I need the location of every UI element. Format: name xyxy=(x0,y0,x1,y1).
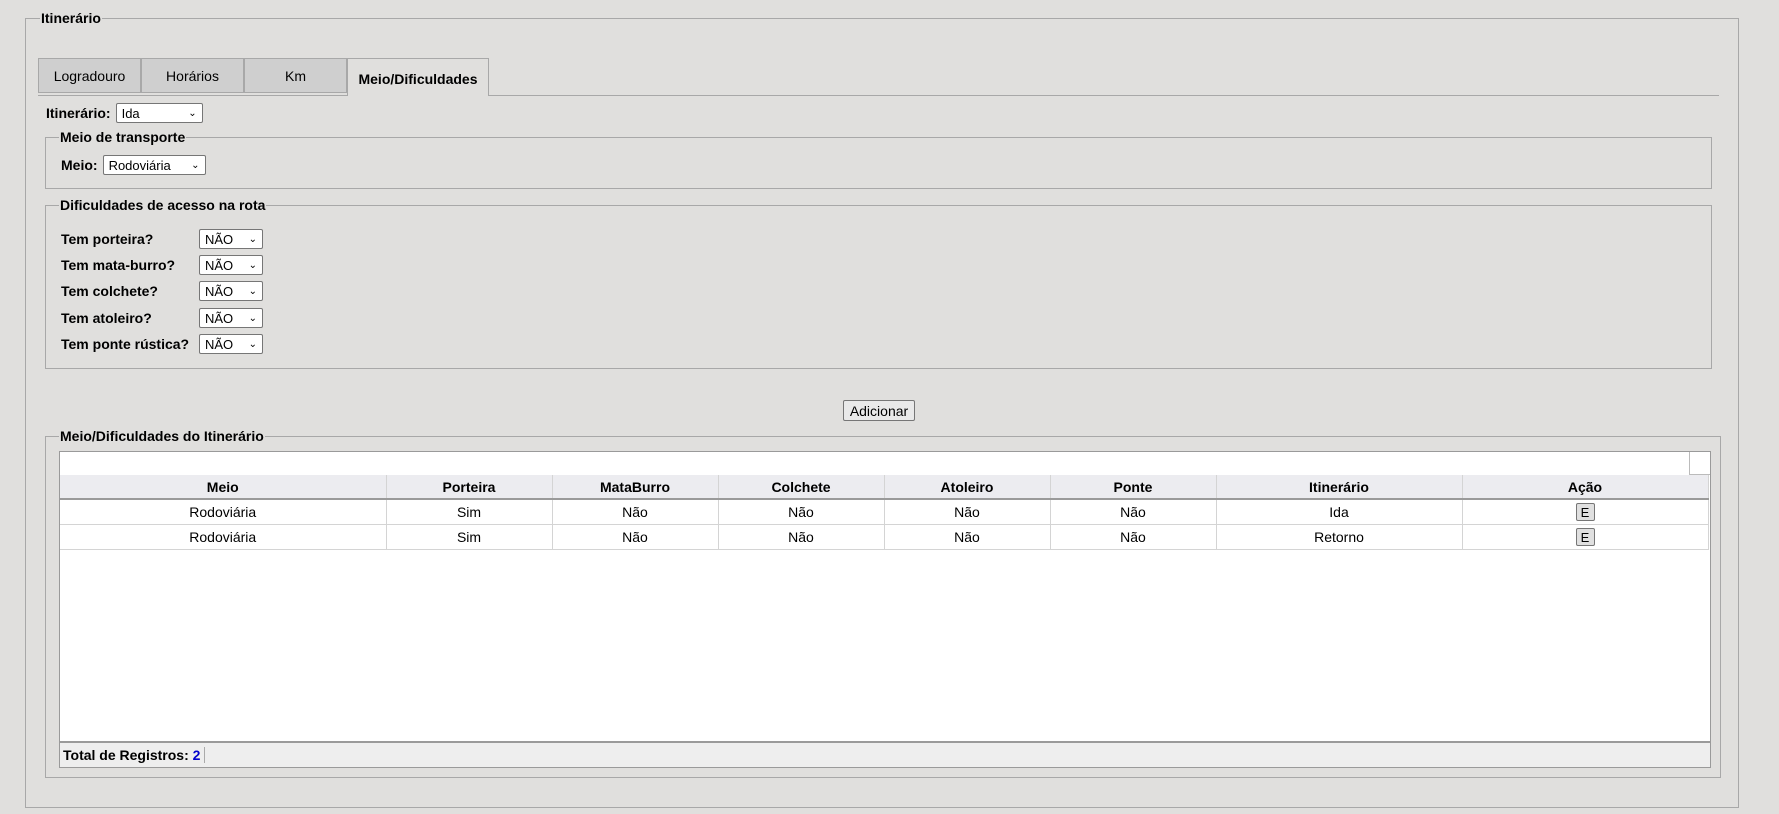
cell-atoleiro: Não xyxy=(884,524,1051,550)
chevron-down-icon: ⌄ xyxy=(248,259,257,271)
dificuldade-label: Tem atoleiro? xyxy=(61,310,152,326)
porteira-select[interactable]: NÃO ⌄ xyxy=(199,229,263,249)
chevron-down-icon: ⌄ xyxy=(248,285,257,297)
tab-horarios[interactable]: Horários xyxy=(141,58,244,93)
cell-colchete: Não xyxy=(718,524,885,550)
meio-transporte-fieldset: Meio de transporte xyxy=(45,129,1712,189)
cell-itinerario: Retorno xyxy=(1216,524,1463,550)
mata-burro-select[interactable]: NÃO ⌄ xyxy=(199,255,263,275)
mata-burro-value: NÃO xyxy=(205,257,234,273)
cell-acao: E xyxy=(1462,499,1709,525)
tab-logradouro[interactable]: Logradouro xyxy=(38,58,141,93)
section-title: Itinerário xyxy=(40,10,102,26)
dificuldades-fieldset: Dificuldades de acesso na rota xyxy=(45,197,1712,369)
colchete-value: NÃO xyxy=(205,283,234,299)
dificuldade-label: Tem mata-burro? xyxy=(61,257,176,273)
cell-itinerario: Ida xyxy=(1216,499,1463,525)
cell-porteira: Sim xyxy=(386,524,553,550)
tab-bar: Logradouro Horários Km Meio/Dificuldades xyxy=(38,58,1719,96)
total-count: 2 xyxy=(192,747,201,763)
table-row[interactable]: Rodoviária Sim Não Não Não Não Retorno E xyxy=(60,524,1709,550)
cell-porteira: Sim xyxy=(386,499,553,525)
itinerario-select[interactable]: Ida ⌄ xyxy=(115,103,203,123)
dificuldade-row: Tem mata-burro? NÃO ⌄ xyxy=(61,255,263,275)
total-label: Total de Registros: xyxy=(63,747,189,763)
meio-select[interactable]: Rodoviária ⌄ xyxy=(102,155,206,175)
ponte-rustica-select[interactable]: NÃO ⌄ xyxy=(199,334,263,354)
chevron-down-icon: ⌄ xyxy=(248,233,257,245)
table-row[interactable]: Rodoviária Sim Não Não Não Não Ida E xyxy=(60,499,1709,525)
col-header-porteira[interactable]: Porteira xyxy=(386,475,553,500)
cell-mataburro: Não xyxy=(552,499,719,525)
itinerario-label: Itinerário: xyxy=(46,105,111,121)
dificuldade-row: Tem colchete? NÃO ⌄ xyxy=(61,281,263,301)
grid-legend: Meio/Dificuldades do Itinerário xyxy=(59,428,265,444)
cell-colchete: Não xyxy=(718,499,885,525)
cell-mataburro: Não xyxy=(552,524,719,550)
meio-transporte-legend: Meio de transporte xyxy=(59,129,187,145)
itinerario-row: Itinerário: Ida ⌄ xyxy=(46,103,203,123)
cell-ponte: Não xyxy=(1050,524,1217,550)
grid-corner xyxy=(1689,452,1710,475)
cell-meio: Rodoviária xyxy=(60,524,387,550)
dificuldade-label: Tem porteira? xyxy=(61,231,154,247)
col-header-atoleiro[interactable]: Atoleiro xyxy=(884,475,1051,500)
colchete-select[interactable]: NÃO ⌄ xyxy=(199,281,263,301)
dificuldade-label: Tem ponte rústica? xyxy=(61,336,190,352)
cell-meio: Rodoviária xyxy=(60,499,387,525)
itinerario-value: Ida xyxy=(121,105,140,121)
dificuldades-legend: Dificuldades de acesso na rota xyxy=(59,197,267,213)
atoleiro-select[interactable]: NÃO ⌄ xyxy=(199,308,263,328)
tab-km[interactable]: Km xyxy=(244,58,347,93)
edit-button[interactable]: E xyxy=(1575,528,1595,546)
grid-header-row: Meio Porteira MataBurro Colchete Atoleir… xyxy=(60,475,1709,500)
col-header-itinerario[interactable]: Itinerário xyxy=(1216,475,1463,500)
cell-ponte: Não xyxy=(1050,499,1217,525)
dificuldade-row: Tem ponte rústica? NÃO ⌄ xyxy=(61,334,263,354)
chevron-down-icon: ⌄ xyxy=(248,312,257,324)
meio-row: Meio: Rodoviária ⌄ xyxy=(61,155,206,175)
porteira-value: NÃO xyxy=(205,231,234,247)
chevron-down-icon: ⌄ xyxy=(188,107,197,119)
atoleiro-value: NÃO xyxy=(205,310,234,326)
ponte-rustica-value: NÃO xyxy=(205,336,234,352)
col-header-acao: Ação xyxy=(1462,475,1709,500)
grid-table: Meio Porteira MataBurro Colchete Atoleir… xyxy=(60,475,1709,550)
total-registros: Total de Registros: 2 xyxy=(60,747,206,763)
adicionar-button[interactable]: Adicionar xyxy=(843,400,915,421)
tab-meio-dificuldades[interactable]: Meio/Dificuldades xyxy=(347,58,489,96)
grid-footer: Total de Registros: 2 xyxy=(60,741,1710,767)
cell-acao: E xyxy=(1462,524,1709,550)
meio-value: Rodoviária xyxy=(108,157,171,173)
dificuldade-row: Tem atoleiro? NÃO ⌄ xyxy=(61,308,263,328)
chevron-down-icon: ⌄ xyxy=(191,159,200,171)
dificuldade-row: Tem porteira? NÃO ⌄ xyxy=(61,229,263,249)
col-header-mataburro[interactable]: MataBurro xyxy=(552,475,719,500)
col-header-colchete[interactable]: Colchete xyxy=(718,475,885,500)
cell-atoleiro: Não xyxy=(884,499,1051,525)
dificuldade-label: Tem colchete? xyxy=(61,283,158,299)
data-grid: Meio Porteira MataBurro Colchete Atoleir… xyxy=(59,451,1711,768)
meio-label: Meio: xyxy=(61,157,98,173)
col-header-meio[interactable]: Meio xyxy=(60,475,387,500)
col-header-ponte[interactable]: Ponte xyxy=(1050,475,1217,500)
edit-button[interactable]: E xyxy=(1575,503,1595,521)
chevron-down-icon: ⌄ xyxy=(248,338,257,350)
